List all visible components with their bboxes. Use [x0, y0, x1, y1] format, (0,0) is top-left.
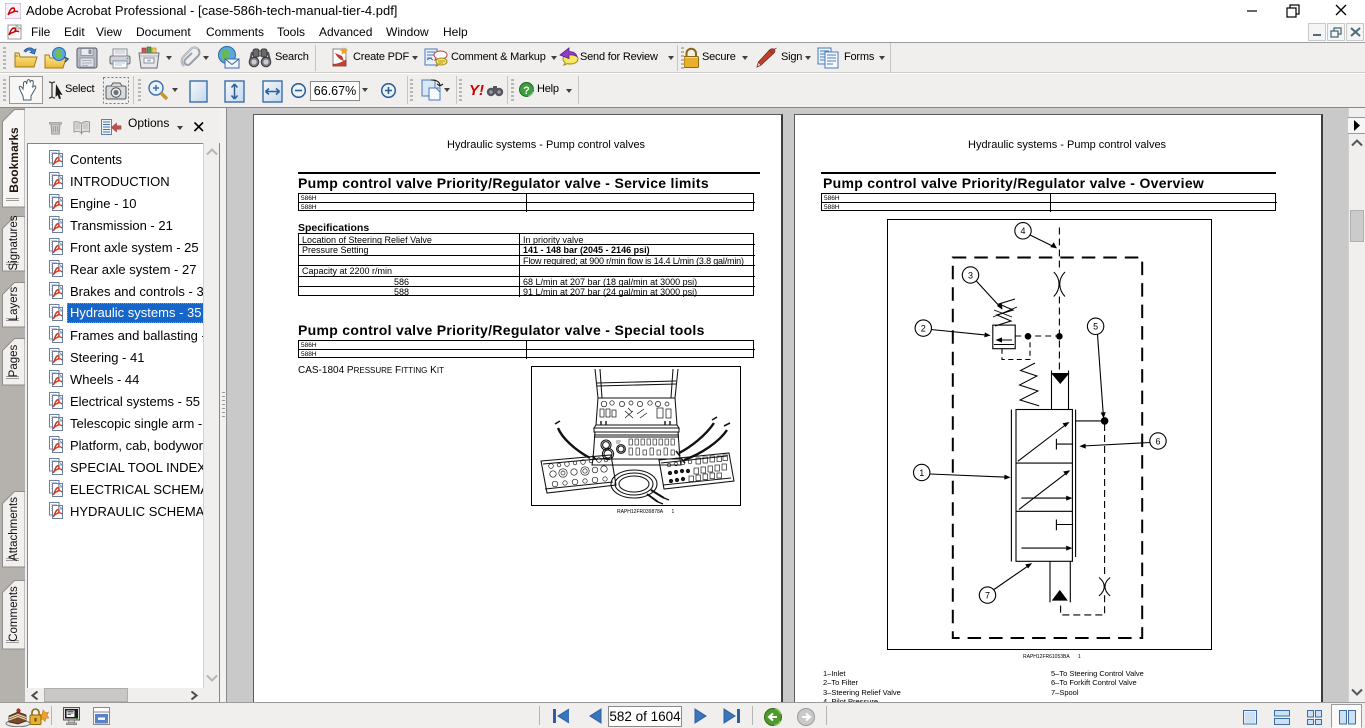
svg-text:Bookmarks: Bookmarks	[7, 127, 21, 193]
svg-text:Signatures: Signatures	[8, 215, 20, 270]
svg-text:2: 2	[921, 324, 926, 334]
svg-text:5: 5	[1093, 322, 1098, 332]
svg-text:Pages: Pages	[8, 344, 20, 377]
svg-text:3: 3	[968, 270, 973, 280]
svg-text:1: 1	[919, 468, 924, 478]
svg-text:6: 6	[1155, 436, 1160, 446]
svg-text:7: 7	[985, 591, 990, 601]
svg-text:Attachments: Attachments	[8, 497, 20, 561]
svg-text:Y!: Y!	[469, 82, 484, 99]
svg-text:Layers: Layers	[8, 286, 20, 321]
svg-text:?: ?	[523, 85, 530, 97]
svg-text:Comments: Comments	[8, 586, 20, 642]
svg-text:4: 4	[1020, 226, 1025, 236]
